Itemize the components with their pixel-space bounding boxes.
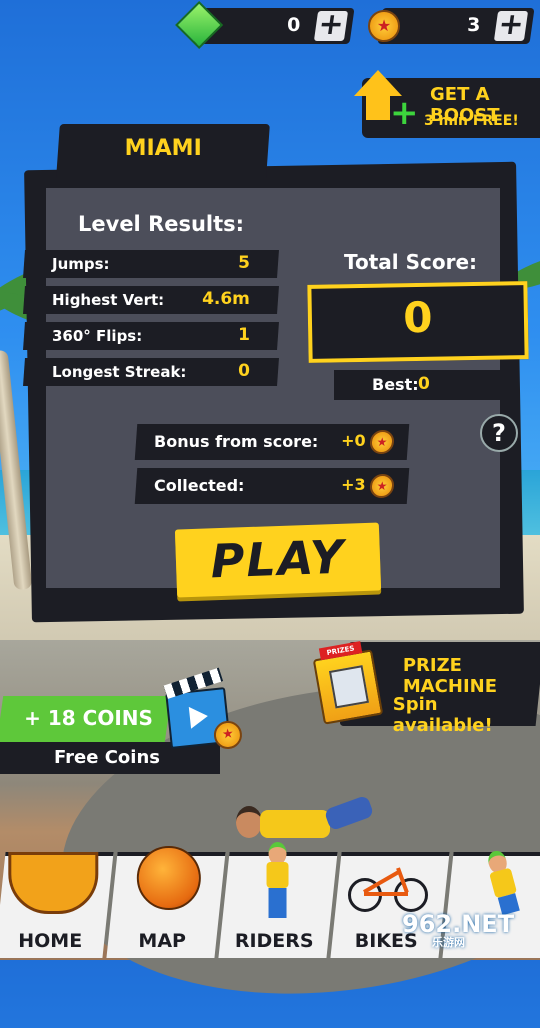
nav-riders[interactable]: RIDERS	[218, 842, 338, 958]
prize-window	[328, 665, 370, 709]
total-score-label: Total Score:	[344, 250, 478, 274]
stat-label: 360° Flips:	[52, 327, 143, 345]
nav-home[interactable]: HOME	[0, 852, 114, 958]
gem-icon	[175, 0, 224, 50]
location-name: MIAMI	[124, 136, 202, 161]
help-button[interactable]: ?	[480, 414, 518, 452]
level-results-heading: Level Results:	[78, 212, 245, 236]
watermark-logo: 962.NET 乐游网	[402, 910, 514, 950]
total-score-box: 0	[307, 281, 529, 363]
best-score: Best: 0	[334, 370, 516, 400]
stat-row-flips: 360° Flips: 1	[23, 322, 279, 350]
bonus-value: +0	[341, 431, 367, 450]
stat-value: 4.6m	[202, 289, 251, 309]
halfpipe-icon	[8, 852, 99, 914]
stat-row-highest-vert: Highest Vert: 4.6m	[23, 286, 279, 314]
collected-row: Collected: +3 ★	[134, 468, 410, 504]
stat-label: Highest Vert:	[52, 291, 165, 309]
prize-machine-title: PRIZE MACHINE	[402, 655, 498, 697]
play-button[interactable]: PLAY	[174, 522, 382, 598]
stat-value: 0	[238, 361, 251, 381]
gem-counter: 0 +	[175, 0, 355, 50]
play-triangle-icon	[188, 705, 209, 729]
stat-row-jumps: Jumps: 5	[23, 250, 279, 278]
fallen-rider	[236, 794, 376, 846]
nav-label: HOME	[18, 930, 83, 952]
boost-arrow-stem	[366, 94, 390, 120]
best-label: Best:	[372, 375, 419, 394]
total-score-value: 0	[402, 292, 433, 343]
nav-label: MAP	[138, 930, 186, 952]
rider-icon	[263, 842, 291, 920]
add-coins-button[interactable]: +	[493, 7, 529, 42]
add-gems-button[interactable]: +	[313, 7, 349, 42]
free-coins-amount-banner[interactable]: + 18 COINS	[0, 696, 172, 742]
collected-label: Collected:	[154, 476, 245, 495]
nav-map[interactable]: MAP	[106, 846, 226, 958]
bonus-row: Bonus from score: +0 ★	[134, 424, 410, 460]
stat-label: Longest Streak:	[52, 363, 187, 381]
free-coins-label: Free Coins	[54, 747, 160, 768]
coin-icon: ★	[368, 10, 400, 42]
location-tab: MIAMI	[56, 124, 270, 178]
video-clapperboard-icon[interactable]: ★	[163, 667, 244, 751]
stat-row-longest-streak: Longest Streak: 0	[23, 358, 279, 386]
coin-icon: ★	[369, 474, 395, 498]
coin-count: 3	[466, 14, 481, 36]
stat-value: 1	[238, 325, 251, 345]
coin-counter: ★ 3 +	[368, 7, 535, 44]
play-button-label: PLAY	[209, 529, 347, 589]
globe-icon	[136, 846, 201, 910]
free-coins-amount: + 18 COINS	[24, 706, 153, 730]
boost-subtitle: 3 min FREE!	[424, 113, 519, 129]
collected-value: +3	[341, 475, 367, 494]
bike-icon	[347, 856, 428, 916]
green-plus-icon: +	[390, 93, 419, 133]
nav-label: RIDERS	[234, 930, 314, 952]
coin-icon: ★	[369, 430, 395, 454]
get-a-boost-button[interactable]: + GET A BOOST 3 min FREE!	[354, 70, 540, 138]
stat-value: 5	[238, 253, 251, 273]
gem-count: 0	[286, 14, 301, 36]
prize-machine-icon[interactable]: PRIZES	[312, 641, 384, 725]
stat-label: Jumps:	[52, 255, 110, 273]
best-value: 0	[418, 374, 430, 394]
bonus-label: Bonus from score:	[154, 432, 319, 451]
prize-machine-subtitle: Spin available!	[392, 694, 493, 736]
